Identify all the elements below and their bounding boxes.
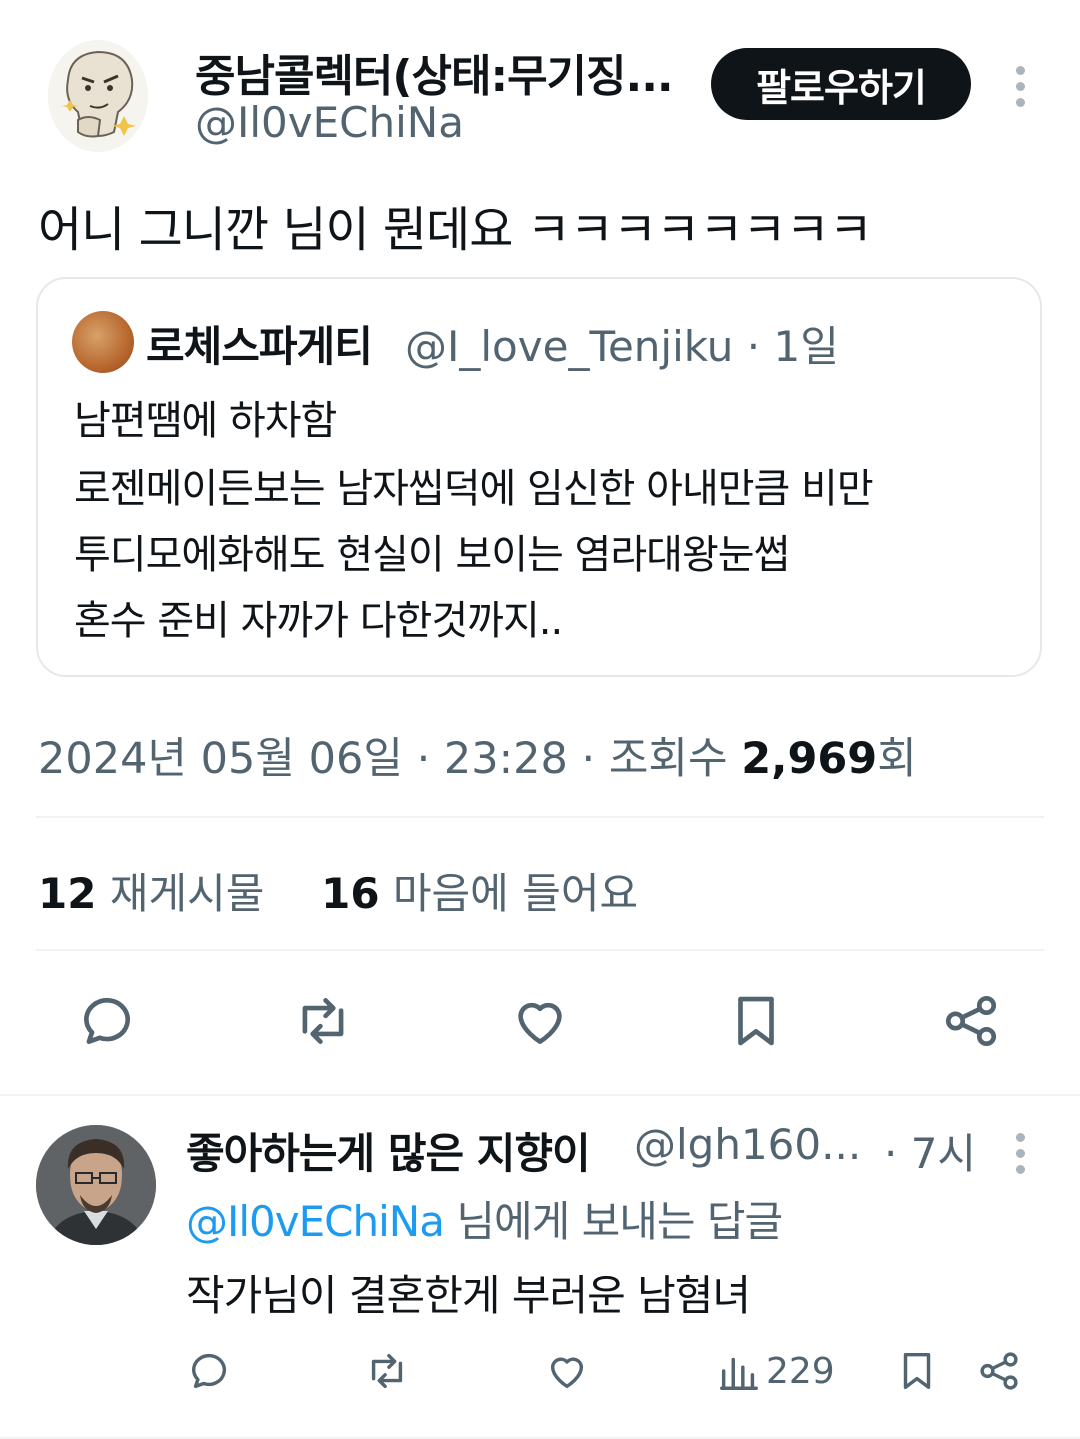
reply-text: 작가님이 결혼한게 부러운 남혐녀: [186, 1271, 751, 1320]
likes-count: 16: [321, 869, 380, 918]
views-suffix: 회: [877, 734, 917, 784]
quoted-handle-text: @I_love_Tenjiku: [405, 322, 734, 371]
quoted-text-line: 투디모에화해도 현실이 보이는 염라대왕눈썹: [74, 532, 790, 578]
tweet-meta: 2024년 05월 06일 · 23:28 · 조회수 2,969회: [38, 734, 917, 784]
quoted-text-line: 남편땜에 하차함: [74, 398, 337, 444]
author-avatar[interactable]: [48, 40, 148, 152]
reply-reply-icon[interactable]: [186, 1346, 232, 1396]
replying-to-suffix: 님에게 보내는 답글: [456, 1197, 783, 1246]
bookmark-icon[interactable]: [721, 986, 791, 1056]
replying-to-mention[interactable]: @Il0vEChiNa: [186, 1197, 445, 1246]
views-icon: [720, 1357, 758, 1390]
reply-author-avatar[interactable]: [36, 1125, 156, 1245]
engagement-stats: 12 재게시물 16 마음에 들어요: [38, 860, 638, 921]
divider: [36, 949, 1044, 951]
reply-repost-icon[interactable]: [364, 1346, 410, 1396]
reply-icon[interactable]: [72, 986, 142, 1056]
tweet-date: 2024년 05월 06일: [38, 734, 403, 784]
reply-more-options-icon[interactable]: [1014, 1133, 1026, 1174]
more-options-icon[interactable]: [1014, 66, 1026, 107]
quoted-time: · 1일: [746, 322, 839, 371]
section-separator: [0, 1094, 1080, 1096]
quoted-text-line: 로젠메이든보는 남자씹덕에 임신한 아내만큼 비만: [74, 466, 874, 512]
replying-to: @Il0vEChiNa 님에게 보내는 답글: [186, 1188, 783, 1249]
tweet-time: 23:28: [443, 734, 568, 784]
reply-views[interactable]: 229: [716, 1346, 835, 1396]
divider: [36, 816, 1044, 818]
tweet-text: 어니 그니깐 님이 뭔데요 ㅋㅋㅋㅋㅋㅋㅋㅋ: [38, 202, 873, 258]
reposts-stat[interactable]: 12 재게시물: [38, 869, 264, 918]
quoted-author-handle: @I_love_Tenjiku · 1일: [405, 313, 839, 374]
quoted-author-avatar[interactable]: [72, 311, 134, 373]
reply-share-icon[interactable]: [976, 1346, 1022, 1396]
quoted-text-line: 혼수 준비 자까가 다한것까지..: [74, 598, 563, 644]
likes-stat[interactable]: 16 마음에 들어요: [321, 869, 638, 918]
views-count: 2,969: [741, 734, 878, 784]
reply-author-handle[interactable]: @lgh160...: [634, 1120, 861, 1169]
follow-button[interactable]: 팔로우하기: [711, 48, 971, 120]
likes-label: 마음에 들어요: [392, 869, 639, 918]
reply-author-name[interactable]: 좋아하는게 많은 지향이: [186, 1120, 591, 1181]
author-handle[interactable]: @Il0vEChiNa: [195, 98, 464, 147]
quoted-author-name: 로체스파게티: [146, 322, 373, 371]
reply-views-count: 229: [766, 1350, 835, 1392]
reposts-label: 재게시물: [109, 869, 265, 918]
share-icon[interactable]: [936, 986, 1006, 1056]
views-label: 조회수: [608, 734, 728, 784]
repost-icon[interactable]: [288, 986, 358, 1056]
author-name[interactable]: 중남콜렉터(상태:무기징...: [195, 40, 674, 104]
reply-bookmark-icon[interactable]: [894, 1346, 940, 1396]
reposts-count: 12: [38, 869, 97, 918]
reply-like-icon[interactable]: [544, 1346, 590, 1396]
like-icon[interactable]: [505, 986, 575, 1056]
reply-time: · 7시: [884, 1129, 977, 1178]
